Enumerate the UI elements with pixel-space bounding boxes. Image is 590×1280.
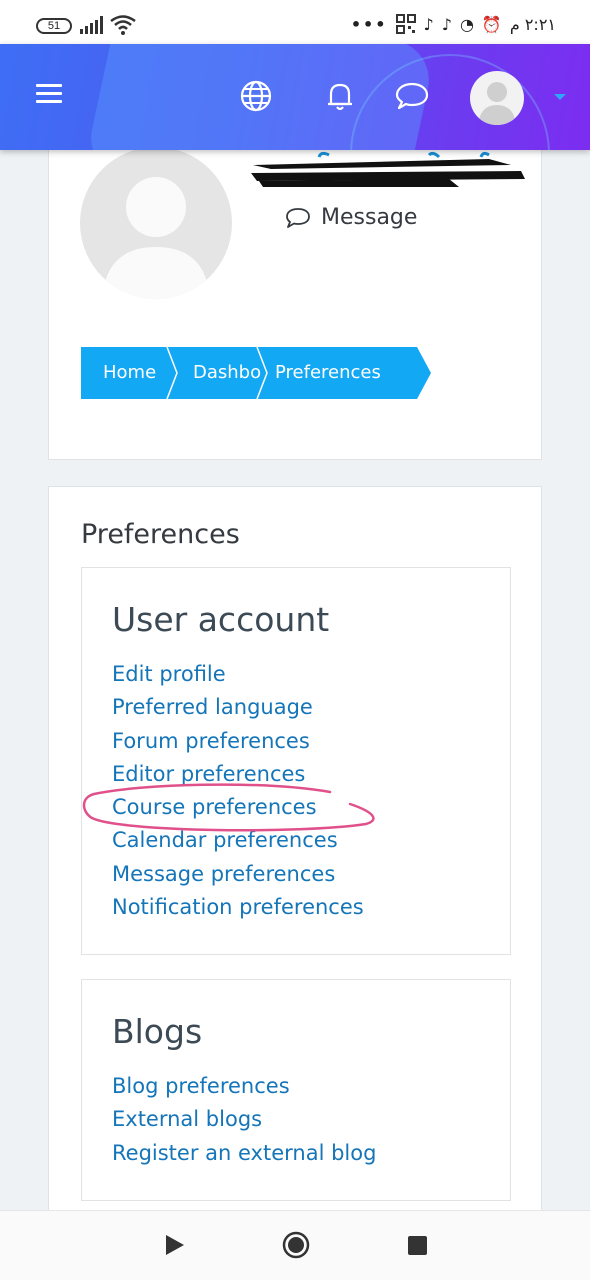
breadcrumb-separator xyxy=(166,347,178,399)
edit-profile-link[interactable]: Edit profile xyxy=(112,658,364,691)
breadcrumb-arrow-tip xyxy=(417,347,431,399)
avatar[interactable] xyxy=(470,71,524,125)
user-account-heading: User account xyxy=(112,600,330,639)
calendar-preferences-link[interactable]: Calendar preferences xyxy=(112,824,364,857)
system-nav-bar xyxy=(0,1210,590,1280)
globe-icon[interactable] xyxy=(238,78,274,114)
profile-card: Message Home Dashbo Preferences xyxy=(48,120,542,460)
breadcrumb-home[interactable]: Home xyxy=(81,347,171,399)
user-silhouette-icon xyxy=(478,82,516,125)
bell-icon[interactable] xyxy=(322,78,358,114)
course-preferences-link[interactable]: Course preferences xyxy=(112,791,364,824)
blogs-links: Blog preferences External blogs Register… xyxy=(112,1070,376,1170)
recents-icon[interactable] xyxy=(408,1236,427,1255)
message-preferences-link[interactable]: Message preferences xyxy=(112,858,364,891)
tiktok-icon: ♪ xyxy=(441,14,452,34)
dropdown-caret[interactable] xyxy=(554,94,566,100)
tiktok-icon: ♪ xyxy=(423,14,434,34)
profile-picture xyxy=(80,147,232,299)
message-link[interactable]: Message xyxy=(285,205,417,230)
qr-icon xyxy=(395,14,416,34)
breadcrumb-preferences[interactable]: Preferences xyxy=(261,347,417,399)
alarm-icon: ⏰ xyxy=(481,14,502,34)
preferences-card: Preferences User account Edit profile Pr… xyxy=(48,486,542,1246)
app-header xyxy=(0,44,590,150)
speech-bubble-icon xyxy=(286,207,310,228)
notification-preferences-link[interactable]: Notification preferences xyxy=(112,891,364,924)
breadcrumb-dashboard[interactable]: Dashbo xyxy=(171,347,261,399)
wifi-icon xyxy=(110,15,136,35)
user-silhouette-icon xyxy=(102,177,210,299)
chat-icon: ◔ xyxy=(459,14,474,34)
signal-icon xyxy=(80,16,103,34)
user-account-links: Edit profile Preferred language Forum pr… xyxy=(112,658,364,924)
editor-preferences-link[interactable]: Editor preferences xyxy=(112,758,364,791)
page-title: Preferences xyxy=(81,519,240,550)
status-right-group: ••• ♪ ♪ ◔ ⏰ ٢:٢١ م xyxy=(351,14,556,34)
preferred-language-link[interactable]: Preferred language xyxy=(112,691,364,724)
forum-preferences-link[interactable]: Forum preferences xyxy=(112,725,364,758)
message-label: Message xyxy=(321,205,418,230)
breadcrumb: Home Dashbo Preferences xyxy=(81,347,431,399)
external-blogs-link[interactable]: External blogs xyxy=(112,1103,376,1136)
battery-indicator: 51 xyxy=(36,18,72,34)
overflow-dots: ••• xyxy=(350,14,388,34)
redacted-name xyxy=(251,151,525,187)
breadcrumb-separator xyxy=(256,347,268,399)
chat-icon[interactable] xyxy=(394,78,430,114)
blogs-section: Blogs Blog preferences External blogs Re… xyxy=(81,979,511,1201)
clock-time: ٢:٢١ م xyxy=(509,14,556,34)
menu-icon[interactable] xyxy=(36,84,62,104)
blogs-heading: Blogs xyxy=(112,1012,203,1051)
back-icon[interactable] xyxy=(166,1235,184,1255)
status-bar: 51 ••• ♪ ♪ ◔ ⏰ ٢:٢١ م xyxy=(0,0,590,44)
blog-preferences-link[interactable]: Blog preferences xyxy=(112,1070,376,1103)
register-external-blog-link[interactable]: Register an external blog xyxy=(112,1137,376,1170)
user-account-section: User account Edit profile Preferred lang… xyxy=(81,567,511,955)
home-icon[interactable] xyxy=(282,1231,310,1259)
